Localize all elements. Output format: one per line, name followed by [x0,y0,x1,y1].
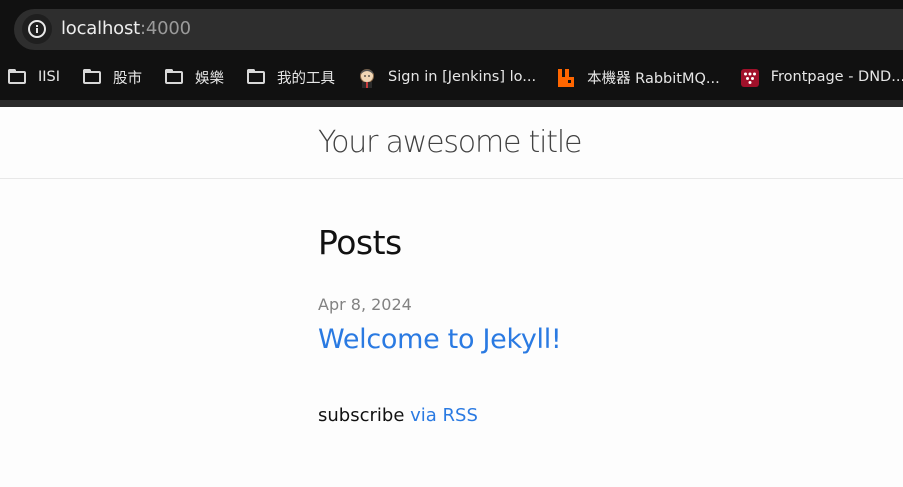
omnibox[interactable]: localhost:4000 [14,9,903,50]
bookmark-label: 股市 [113,70,143,87]
folder-icon [246,68,268,86]
jenkins-icon [357,68,379,88]
bookmark-folder-iisi[interactable]: IISI [7,68,60,86]
bookmark-folder-entertainment[interactable]: 娛樂 [164,67,224,88]
posts-heading: Posts [318,223,402,262]
site-title-link[interactable]: Your awesome title [318,125,582,160]
post-date: Apr 8, 2024 [318,295,412,314]
bookmark-label: Sign in [Jenkins] lo... [388,69,537,85]
bookmark-folder-stocks[interactable]: 股市 [82,67,142,88]
url-port: :4000 [140,18,191,39]
bookmark-label: 我的工具 [277,70,336,87]
bookmark-label: 本機器 RabbitMQ... [587,70,720,87]
rss-link[interactable]: via RSS [410,405,478,426]
bookmark-label: Frontpage - DND... [770,69,903,85]
bookmarks-bar: IISI 股市 娛樂 我的工具 Sign in [Jenkins] lo... … [0,55,903,99]
post-title-link[interactable]: Welcome to Jekyll! [318,324,562,355]
address-bar-area: localhost:4000 [0,0,903,53]
bookmark-label: IISI [38,69,61,85]
browser-chrome: localhost:4000 IISI 股市 娛樂 我的工具 Sign in [… [0,0,903,107]
bookmark-rabbitmq[interactable]: 本機器 RabbitMQ... [556,67,720,88]
dnd-icon [740,68,762,87]
site-info-icon[interactable] [22,14,52,44]
url-host: localhost [61,18,140,39]
bookmark-dnd[interactable]: Frontpage - DND... [740,68,903,87]
folder-icon [7,68,29,86]
subscribe-text: subscribe [318,405,405,426]
bookmark-jenkins[interactable]: Sign in [Jenkins] lo... [357,68,537,88]
subscribe-line: subscribe via RSS [318,405,478,426]
bookmark-folder-tools[interactable]: 我的工具 [246,67,335,88]
rabbitmq-icon [556,68,578,87]
folder-icon [82,68,104,86]
url-text[interactable]: localhost:4000 [61,18,191,39]
folder-icon [164,68,186,86]
bookmark-label: 娛樂 [195,70,225,87]
site-header: Your awesome title [0,107,903,179]
toolbar-separator [0,100,903,107]
